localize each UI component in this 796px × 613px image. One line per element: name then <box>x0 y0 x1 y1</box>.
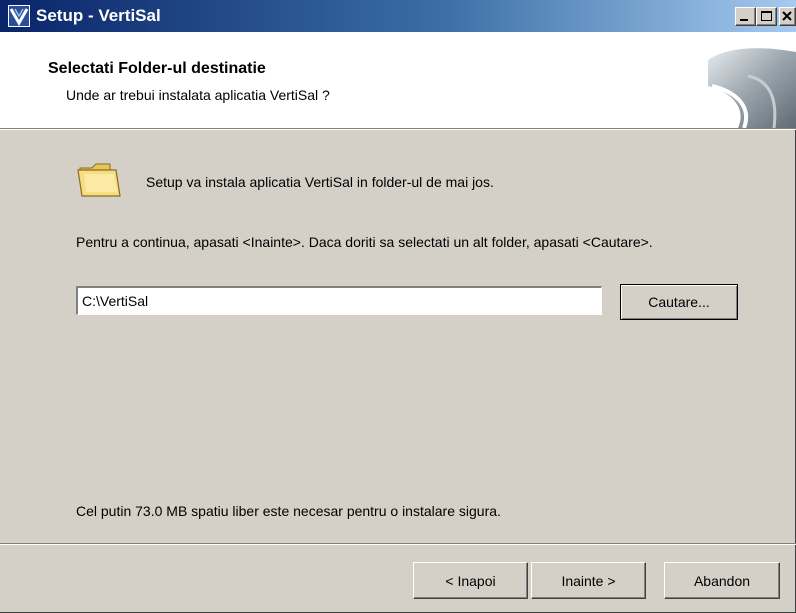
wizard-image-icon <box>708 46 796 129</box>
setup-window: Setup - VertiSal Selectati Folder-ul des… <box>0 0 796 613</box>
wizard-header: Selectati Folder-ul destinatie Unde ar t… <box>0 32 796 129</box>
window-title: Setup - VertiSal <box>36 6 161 25</box>
page-title: Selectati Folder-ul destinatie <box>48 60 266 77</box>
maximize-icon <box>761 11 772 21</box>
minimize-icon <box>740 19 748 21</box>
folder-icon <box>76 158 122 200</box>
title-bar[interactable]: Setup - VertiSal <box>0 0 796 32</box>
next-button[interactable]: Inainte > <box>531 562 646 599</box>
minimize-button[interactable] <box>735 7 756 26</box>
disk-space-note: Cel putin 73.0 MB spatiu liber este nece… <box>76 503 501 519</box>
close-button[interactable] <box>779 7 796 26</box>
back-button[interactable]: < Inapoi <box>413 562 528 599</box>
intro-text: Setup va instala aplicatia VertiSal in f… <box>146 174 494 190</box>
browse-button[interactable]: Cautare... <box>620 284 738 320</box>
maximize-button[interactable] <box>756 7 777 26</box>
footer-divider-highlight <box>0 544 796 545</box>
close-icon <box>782 11 792 21</box>
cancel-button[interactable]: Abandon <box>664 562 780 599</box>
setup-app-icon[interactable] <box>8 5 30 27</box>
header-divider <box>0 129 796 130</box>
destination-path-input[interactable] <box>76 286 602 315</box>
page-subtitle: Unde ar trebui instalata aplicatia Verti… <box>66 87 330 103</box>
instruction-text: Pentru a continua, apasati <Inainte>. Da… <box>76 234 653 250</box>
